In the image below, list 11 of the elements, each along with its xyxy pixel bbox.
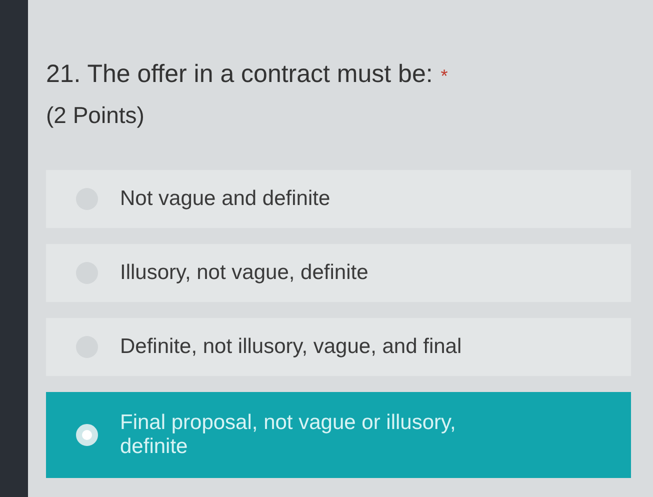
option-label: Not vague and definite (120, 186, 330, 212)
points-label: (2 Points) (46, 100, 144, 130)
answer-option[interactable]: Illusory, not vague, definite (46, 244, 631, 302)
answer-option[interactable]: Not vague and definite (46, 170, 631, 228)
option-label: Final proposal, not vague or illusory, definite (120, 411, 457, 459)
option-label: Illusory, not vague, definite (120, 260, 368, 286)
radio-button[interactable] (76, 424, 98, 446)
required-mark: * (440, 65, 448, 88)
option-label: Definite, not illusory, vague, and final (120, 334, 462, 360)
answer-option[interactable]: Definite, not illusory, vague, and final (46, 318, 631, 376)
question-title: 21. The offer in a contract must be: (46, 59, 433, 90)
